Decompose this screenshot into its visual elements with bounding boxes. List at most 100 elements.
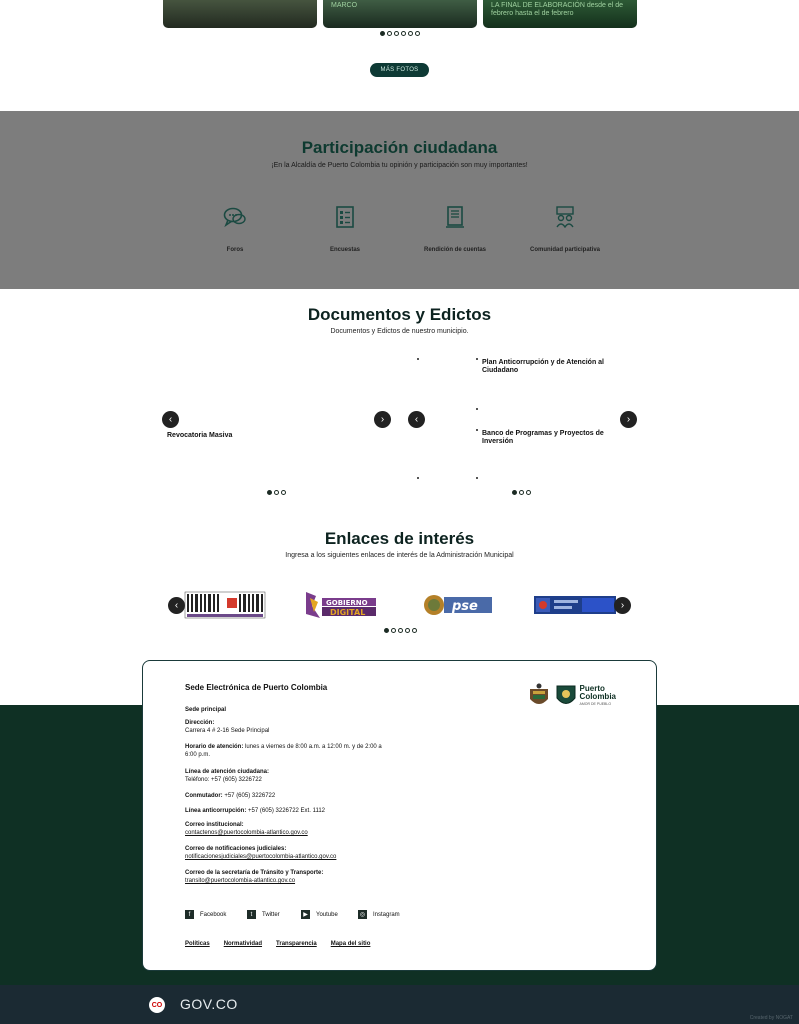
gallery-pagination	[163, 31, 637, 36]
email-label: Correo institucional:	[185, 822, 244, 828]
chevron-left-icon: ‹	[414, 414, 419, 425]
photo-gallery: MARCO LA FINAL DE ELABORACIÓN desde el d…	[163, 0, 637, 36]
social-youtube[interactable]: ▶ Youtube	[301, 910, 338, 919]
pagination-dot[interactable]	[384, 628, 389, 633]
document-item[interactable]: Revocatoria Masiva	[167, 432, 232, 440]
footer-link-normatividad[interactable]: Normatividad	[224, 941, 262, 947]
social-facebook[interactable]: f Facebook	[185, 910, 226, 919]
links-subtitle: Ingresa a los siguientes enlaces de inte…	[285, 552, 514, 559]
participation-item-rendicion[interactable]: Rendición de cuentas	[400, 206, 510, 253]
survey-list-icon	[336, 206, 354, 228]
twitter-icon: t	[247, 910, 256, 919]
footer-main-office: Sede principal	[185, 706, 226, 714]
judicial-email-link[interactable]: notificacionesjudiciales@puertocolombia-…	[185, 854, 336, 860]
chevron-left-icon: ‹	[174, 600, 179, 611]
participation-item-label: Comunidad participativa	[529, 247, 600, 253]
gobierno-digital-logo: GOBIERNO DIGITAL	[306, 592, 376, 618]
pagination-dot[interactable]	[526, 490, 531, 495]
footer-title: Sede Electrónica de Puerto Colombia	[185, 683, 328, 692]
pagination-dot[interactable]	[512, 490, 517, 495]
svg-text:pse: pse	[451, 599, 478, 614]
participation-item-encuestas[interactable]: Encuestas	[290, 206, 400, 253]
right-carousel-next-button[interactable]: ›	[620, 411, 637, 428]
participation-item-comunidad[interactable]: Comunidad participativa	[510, 206, 620, 253]
switchboard-label: Conmutador:	[185, 793, 223, 799]
pagination-dot[interactable]	[412, 628, 417, 633]
book-report-icon	[446, 206, 464, 228]
participation-section: Participación ciudadana ¡En la Alcaldía …	[0, 111, 799, 289]
gallery-card[interactable]: LA FINAL DE ELABORACIÓN desde el de febr…	[483, 0, 637, 28]
links-pagination	[384, 628, 417, 633]
chevron-right-icon: ›	[380, 414, 385, 425]
link-logo-gobierno-digital[interactable]: GOBIERNO DIGITAL	[300, 588, 380, 622]
link-logo-pse[interactable]: pse	[422, 588, 494, 622]
footer-link-transparencia[interactable]: Transparencia	[276, 941, 317, 947]
left-carousel-prev-button[interactable]: ‹	[162, 411, 179, 428]
gallery-caption: LA FINAL DE ELABORACIÓN desde el de febr…	[491, 2, 624, 18]
footer-service-line: Línea de atención ciudadana: Teléfono: +5…	[185, 768, 269, 784]
pagination-dot[interactable]	[405, 628, 410, 633]
instagram-icon: ◎	[358, 910, 367, 919]
pagination-dot[interactable]	[274, 490, 279, 495]
portal-logo	[534, 596, 616, 614]
pagination-dot[interactable]	[401, 31, 406, 36]
social-twitter[interactable]: t Twitter	[247, 910, 280, 919]
chevron-right-icon: ›	[626, 414, 631, 425]
credit-text: Created by NOGAT	[749, 1015, 793, 1021]
footer-card: Sede Electrónica de Puerto Colombia Puer…	[142, 660, 657, 971]
right-carousel-prev-button[interactable]: ‹	[408, 411, 425, 428]
svg-text:DIGITAL: DIGITAL	[330, 608, 365, 617]
hours-label: Horario de atención:	[185, 744, 244, 750]
document-item[interactable]: Plan Anticorrupción y de Atención al Ciu…	[482, 359, 622, 376]
pagination-dot[interactable]	[267, 490, 272, 495]
gov-co-link[interactable]: GOV.CO	[180, 996, 238, 1012]
footer-link-politicas[interactable]: Políticas	[185, 941, 210, 947]
more-photos-button[interactable]: MÁS FOTOS	[370, 63, 429, 77]
address-value: Carrera 4 # 2-16 Sede Principal	[185, 728, 270, 735]
youtube-icon: ▶	[301, 910, 310, 919]
pagination-dot[interactable]	[281, 490, 286, 495]
footer-link-mapa-del-sitio[interactable]: Mapa del sitio	[331, 941, 371, 947]
pagination-dot[interactable]	[394, 31, 399, 36]
pagination-dot[interactable]	[519, 490, 524, 495]
pagination-dot[interactable]	[387, 31, 392, 36]
chevron-left-icon: ‹	[168, 414, 173, 425]
thumbnail-mark	[417, 358, 419, 360]
brand-tagline: AMOR DE PUEBLO	[579, 702, 612, 707]
pagination-dot[interactable]	[415, 31, 420, 36]
link-logo-govline[interactable]	[183, 588, 267, 622]
social-instagram[interactable]: ◎ Instagram	[358, 910, 400, 919]
anticorruption-label: Línea anticorrupción:	[185, 808, 247, 814]
social-label: Twitter	[262, 911, 280, 918]
gallery-card[interactable]: MARCO	[323, 0, 477, 28]
main-office-label: Sede principal	[185, 707, 227, 713]
participation-item-label: Foros	[226, 247, 244, 253]
participation-item-label: Rendición de cuentas	[423, 247, 486, 253]
gallery-card[interactable]	[163, 0, 317, 28]
participation-item-foros[interactable]: Foros	[180, 206, 290, 253]
chevron-right-icon: ›	[620, 600, 625, 611]
link-logo-portal[interactable]	[532, 588, 618, 622]
participation-item-label: Encuestas	[329, 247, 360, 253]
judicial-label: Correo de notificaciones judiciales:	[185, 846, 287, 852]
footer-brand: Puerto Colombia AMOR DE PUEBLO	[526, 683, 616, 709]
svg-text:GOBIERNO: GOBIERNO	[326, 599, 368, 607]
footer-transit-email: Correo de la secretaría de Tránsito y Tr…	[185, 869, 323, 885]
footer-switchboard: Conmutador: +57 (605) 3226722	[185, 792, 275, 800]
puerto-colombia-shield-icon	[556, 685, 576, 704]
thumbnail-mark	[476, 429, 478, 431]
transit-email-link[interactable]: transito@puertocolombia-atlantico.gov.co	[185, 878, 295, 884]
email-link[interactable]: contactenos@puertocolombia-atlantico.gov…	[185, 830, 308, 836]
left-carousel-pagination	[267, 490, 286, 495]
left-carousel-next-button[interactable]: ›	[374, 411, 391, 428]
pagination-dot[interactable]	[398, 628, 403, 633]
social-label: Youtube	[316, 911, 338, 918]
links-next-button[interactable]: ›	[614, 597, 631, 614]
pse-logo: pse	[424, 595, 492, 615]
co-badge-icon[interactable]: CO	[149, 997, 165, 1013]
pagination-dot[interactable]	[408, 31, 413, 36]
pagination-dot[interactable]	[391, 628, 396, 633]
documents-subtitle: Documentos y Edictos de nuestro municipi…	[330, 328, 469, 335]
document-item[interactable]: Banco de Programas y Proyectos de Invers…	[482, 430, 622, 447]
pagination-dot[interactable]	[380, 31, 385, 36]
